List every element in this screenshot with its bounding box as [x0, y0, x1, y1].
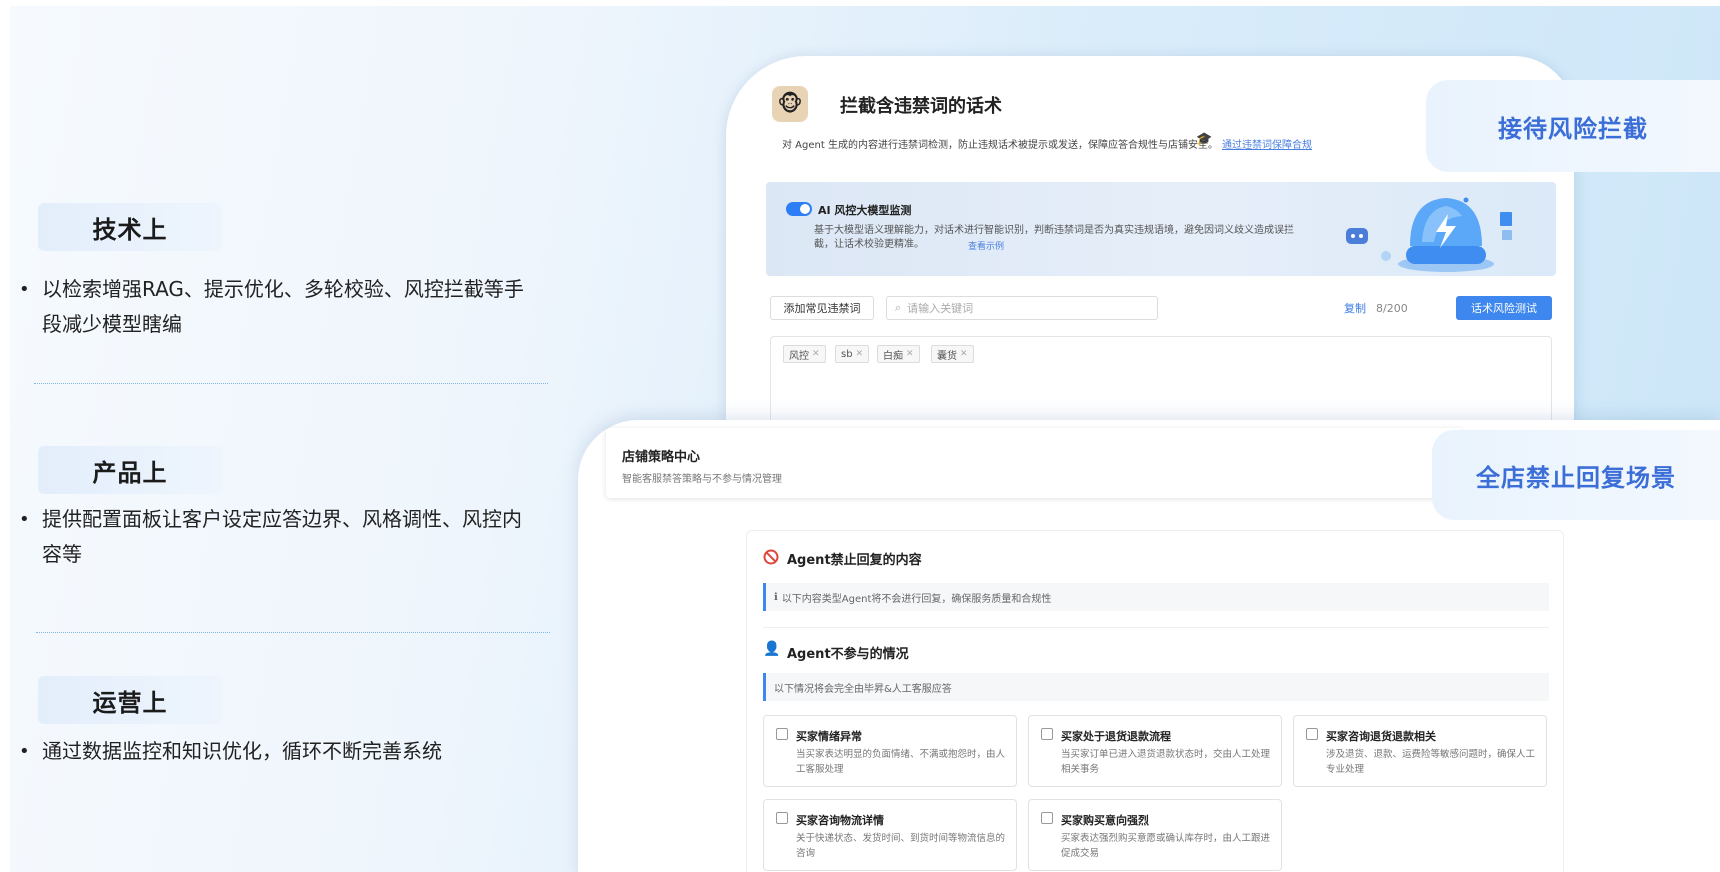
close-icon[interactable]: ✕	[960, 349, 968, 359]
checkbox[interactable]	[1041, 812, 1053, 824]
info-icon: ℹ	[774, 591, 778, 603]
option-card[interactable]: 买家情绪异常 当买家表达明显的负面情绪、不满或抱怨时，由人工客服处理	[763, 715, 1017, 787]
checkbox[interactable]	[1306, 728, 1318, 740]
forbidden-words-tag-box[interactable]: 风控 ✕ sb ✕ 白痴 ✕ 囊货 ✕	[770, 336, 1552, 426]
bullet-product: • 提供配置面板让客户设定应答边界、风格调性、风控内容等	[16, 502, 536, 572]
compliance-link[interactable]: 通过违禁词保障合规	[1222, 136, 1312, 151]
search-icon: ⌕	[895, 301, 902, 314]
user-slash-icon: 👤	[763, 641, 781, 657]
forbidden-note: ℹ 以下内容类型Agent将不会进行回复，确保服务质量和合规性	[763, 583, 1549, 611]
section-badge-operation: 运营上	[38, 676, 222, 724]
bullet-tech: • 以检索增强RAG、提示优化、多轮校验、风控拦截等手段减少模型瞎编	[16, 272, 536, 342]
option-title: 买家购买意向强烈	[1061, 814, 1149, 827]
bullet-dot: •	[19, 509, 30, 530]
close-icon[interactable]: ✕	[812, 349, 820, 359]
graduation-cap-icon: 🎓	[1196, 132, 1213, 147]
option-title: 买家咨询物流详情	[796, 814, 884, 827]
header-title: 店铺策略中心	[622, 450, 701, 465]
banner-text: 基于大模型语义理解能力，对话术进行智能识别，判断违禁词是否为真实违规语境，避免因…	[814, 225, 1294, 250]
tag[interactable]: 囊货 ✕	[931, 345, 974, 363]
bullet-dot: •	[19, 279, 30, 300]
option-desc: 关于快递状态、发货时间、到货时间等物流信息的咨询	[796, 833, 1006, 859]
note-text: 以下内容类型Agent将不会进行回复，确保服务质量和合规性	[781, 593, 1052, 605]
tag[interactable]: sb ✕	[835, 345, 870, 363]
section-badge-product: 产品上	[38, 446, 222, 494]
tag-label: 囊货	[937, 350, 957, 362]
option-title: 买家处于退货退款流程	[1061, 730, 1171, 743]
bullet-text: 提供配置面板让客户设定应答边界、风格调性、风控内容等	[42, 507, 522, 566]
ai-monitor-toggle[interactable]	[786, 202, 812, 216]
ai-monitor-banner: AI 风控大模型监测 基于大模型语义理解能力，对话术进行智能识别，判断违禁词是否…	[766, 182, 1556, 276]
close-icon[interactable]: ✕	[906, 349, 914, 359]
bullet-operation: • 通过数据监控和知识优化，循环不断完善系统	[16, 734, 536, 769]
option-desc: 当买家表达明显的负面情绪、不满或抱怨时，由人工客服处理	[796, 749, 1006, 775]
option-card[interactable]: 买家咨询退货退款相关 涉及退货、退款、运费险等敏感问题时，确保人工专业处理	[1293, 715, 1547, 787]
card-title: 拦截含违禁词的话术	[840, 96, 1002, 117]
divider	[34, 383, 548, 384]
option-title: 买家情绪异常	[796, 730, 862, 743]
option-desc: 买家表达强烈购买意愿或确认库存时，由人工跟进促成交易	[1061, 833, 1271, 859]
close-icon[interactable]: ✕	[856, 349, 864, 359]
section-divider	[763, 627, 1549, 628]
checkbox[interactable]	[776, 812, 788, 824]
bullet-dot: •	[19, 741, 30, 762]
monkey-avatar-icon: 🐵	[772, 86, 808, 122]
tag-label: 白痴	[883, 350, 903, 362]
option-card[interactable]: 买家咨询物流详情 关于快递状态、发货时间、到货时间等物流信息的咨询	[763, 799, 1017, 871]
card-description: 对 Agent 生成的内容进行违禁词检测，防止违规话术被提示或发送，保障应答合规…	[782, 140, 1218, 151]
bullet-text: 以检索增强RAG、提示优化、多轮校验、风控拦截等手段减少模型瞎编	[42, 277, 524, 336]
pill-reception-risk: 接待风险拦截	[1426, 80, 1720, 172]
word-count: 8/200	[1376, 301, 1408, 315]
banner-title: AI 风控大模型监测	[818, 204, 912, 217]
shield-robot-illustration-icon	[1346, 197, 1512, 272]
option-card[interactable]: 买家购买意向强烈 买家表达强烈购买意愿或确认库存时，由人工跟进促成交易	[1028, 799, 1282, 871]
tag[interactable]: 白痴 ✕	[877, 345, 920, 363]
option-desc: 当买家订单已进入退货退款状态时，交由人工处理相关事务	[1061, 749, 1271, 775]
section-badge-tech: 技术上	[38, 203, 222, 251]
option-desc: 涉及退货、退款、运费险等敏感问题时，确保人工专业处理	[1326, 749, 1536, 775]
tag[interactable]: 风控 ✕	[783, 345, 826, 363]
section-title-forbidden: Agent禁止回复的内容	[787, 553, 922, 568]
not-participate-note: 以下情况将会完全由毕昇&人工客服应答	[763, 673, 1549, 701]
view-example-link[interactable]: 查看示例	[968, 239, 1004, 252]
pill-store-no-reply: 全店禁止回复场景	[1432, 430, 1720, 520]
option-title: 买家咨询退货退款相关	[1326, 730, 1436, 743]
add-common-words-button[interactable]: 添加常见违禁词	[770, 296, 874, 320]
copy-button[interactable]: 复制	[1344, 296, 1366, 320]
divider	[36, 632, 550, 633]
section-title-not-participate: Agent不参与的情况	[787, 647, 909, 662]
header-subtitle: 智能客服禁答策略与不参与情况管理	[622, 474, 782, 485]
tag-label: sb	[841, 348, 853, 360]
checkbox[interactable]	[776, 728, 788, 740]
checkbox[interactable]	[1041, 728, 1053, 740]
option-card[interactable]: 买家处于退货退款流程 当买家订单已进入退货退款状态时，交由人工处理相关事务	[1028, 715, 1282, 787]
bullet-text: 通过数据监控和知识优化，循环不断完善系统	[42, 739, 442, 763]
search-placeholder: 请输入关键词	[907, 302, 974, 315]
store-strategy-header: 店铺策略中心 智能客服禁答策略与不参与情况管理	[606, 428, 1462, 498]
strategy-panel: Agent禁止回复的内容 ℹ 以下内容类型Agent将不会进行回复，确保服务质量和…	[746, 530, 1564, 872]
risk-test-button[interactable]: 话术风险测试	[1456, 296, 1552, 320]
keyword-search-input[interactable]: ⌕ 请输入关键词	[886, 296, 1158, 320]
forbidden-icon	[763, 549, 779, 565]
tag-label: 风控	[789, 350, 809, 362]
